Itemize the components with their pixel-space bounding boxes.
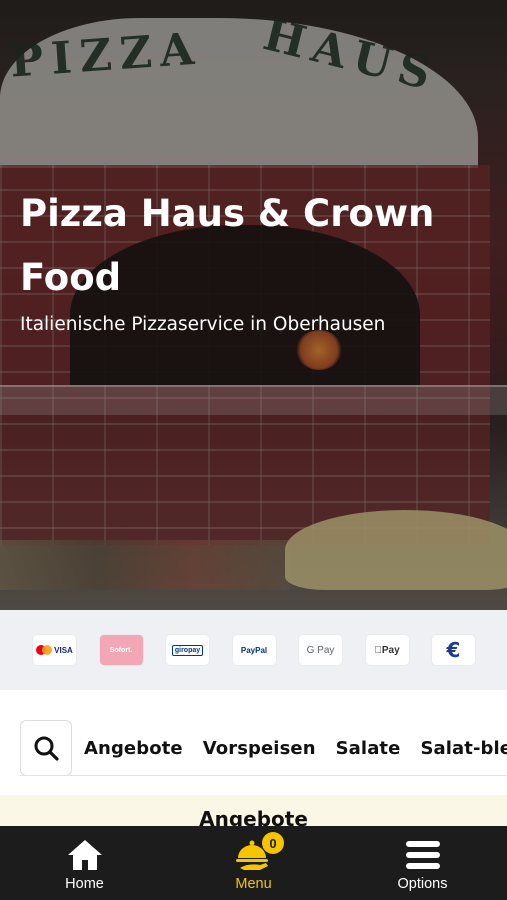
category-tabs: Angebote Vorspeisen Salate Salat-bleche <box>84 720 507 776</box>
hamburger-icon <box>405 841 440 869</box>
payment-methods: VISA Sofort. giropay PayPal G Pay Pay € <box>0 610 507 690</box>
nav-options-label: Options <box>397 876 448 892</box>
home-icon <box>67 840 102 870</box>
sofort-icon: Sofort. <box>99 635 143 665</box>
bottom-nav: Home 0 Menu Options <box>0 826 507 900</box>
nav-home-label: Home <box>65 876 104 892</box>
nav-menu[interactable]: 0 Menu <box>169 826 338 900</box>
tab-vorspeisen[interactable]: Vorspeisen <box>203 738 316 759</box>
nav-menu-label: Menu <box>235 876 272 892</box>
google-pay-icon: G Pay <box>299 635 342 665</box>
paypal-icon: PayPal <box>232 635 276 665</box>
tab-salat-bleche[interactable]: Salat-bleche <box>420 738 507 759</box>
apple-pay-icon: Pay <box>365 635 409 665</box>
cart-count-badge: 0 <box>262 832 284 854</box>
search-icon <box>34 736 59 761</box>
category-nav: Angebote Vorspeisen Salate Salat-bleche <box>0 690 507 798</box>
nav-divider <box>20 775 507 776</box>
mastercard-visa-icon: VISA <box>33 635 76 665</box>
nav-home[interactable]: Home <box>0 826 169 900</box>
hero-banner: PIZZA HAUS Pizza Haus & Crown Food Itali… <box>0 0 507 610</box>
tab-salate[interactable]: Salate <box>336 738 401 759</box>
giropay-icon: giropay <box>166 635 209 665</box>
nav-options[interactable]: Options <box>338 826 507 900</box>
tab-angebote[interactable]: Angebote <box>84 738 183 759</box>
restaurant-subtitle: Italienische Pizzaservice in Oberhausen <box>20 314 386 335</box>
search-button[interactable] <box>20 720 72 776</box>
restaurant-title: Pizza Haus & Crown Food <box>20 192 435 299</box>
cash-euro-icon: € <box>432 635 475 665</box>
